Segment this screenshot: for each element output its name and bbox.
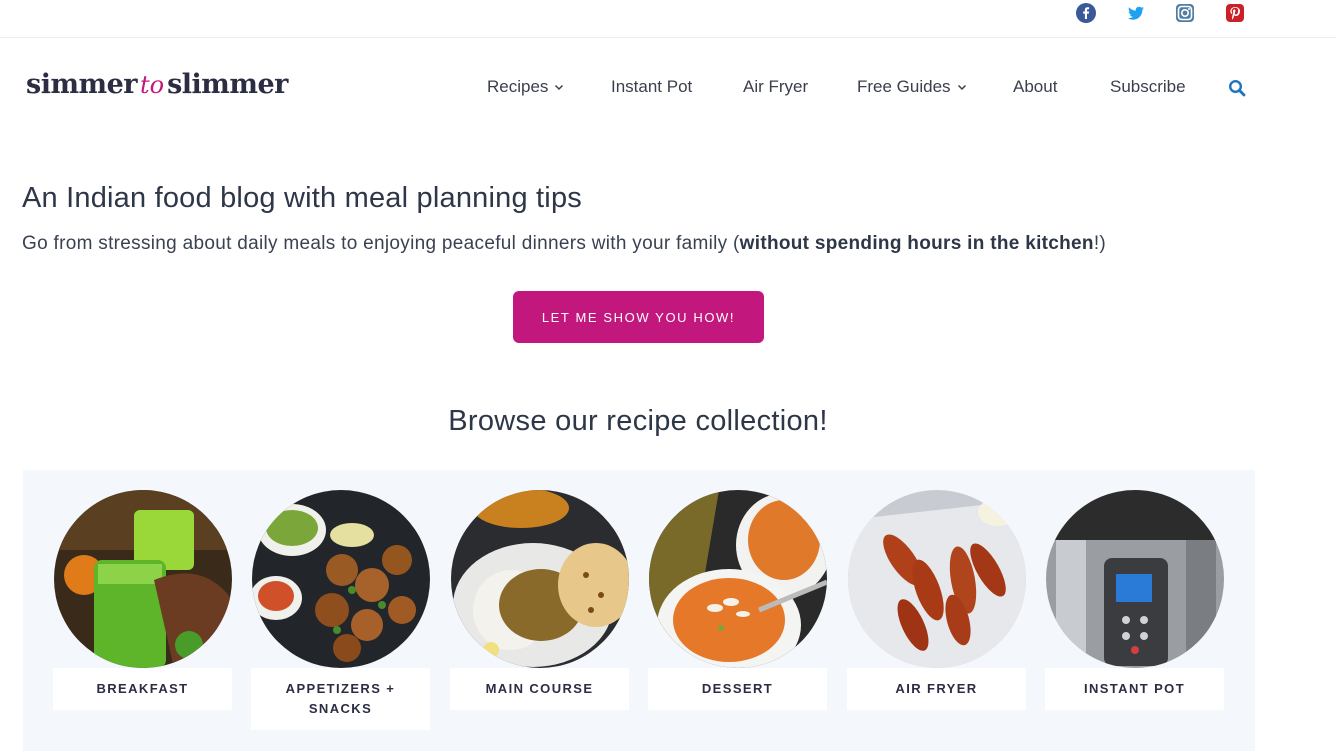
nav-item-label: Recipes <box>487 77 549 96</box>
nav-item-instant-pot[interactable]: Instant Pot <box>611 77 692 97</box>
hero-subtitle-post: !) <box>1093 233 1107 254</box>
logo-word-2: to <box>140 71 165 99</box>
nav-item-subscribe[interactable]: Subscribe <box>1110 77 1186 97</box>
hero-subtitle-bold: without spending hours in the kitchen <box>739 233 1094 254</box>
nav-item-free-guides[interactable]: Free Guides <box>857 77 967 97</box>
category-label: APPETIZERS + SNACKS <box>251 668 430 730</box>
nav-item-label: Subscribe <box>1110 77 1186 96</box>
nav-item-label: About <box>1013 77 1058 96</box>
category-label: INSTANT POT <box>1045 668 1224 710</box>
category-air-fryer[interactable]: AIR FRYER <box>847 490 1026 710</box>
dessert-image <box>648 490 827 668</box>
nav-item-recipes[interactable]: Recipes <box>487 77 564 97</box>
nav-item-air-fryer[interactable]: Air Fryer <box>743 77 808 97</box>
logo-word-1: simmer <box>26 69 138 100</box>
instant-pot-image <box>1045 490 1224 668</box>
recipe-collection-panel: BREAKFAST APPETIZERS + SNACKS MAIN COURS… <box>23 470 1255 751</box>
pinterest-icon[interactable] <box>1225 3 1245 23</box>
chevron-down-icon <box>554 83 564 91</box>
category-breakfast[interactable]: BREAKFAST <box>53 490 232 710</box>
social-bar <box>0 0 1336 38</box>
nav-item-about[interactable]: About <box>1013 77 1057 97</box>
nav-item-label: Instant Pot <box>611 77 693 96</box>
twitter-icon[interactable] <box>1126 3 1146 23</box>
appetizers-image <box>251 490 430 668</box>
chevron-down-icon <box>957 83 967 91</box>
site-header: simmer to slimmer Recipes Instant Pot Ai… <box>0 39 1336 139</box>
nav-item-label: Air Fryer <box>743 77 809 96</box>
hero-subtitle: Go from stressing about daily meals to e… <box>22 233 1106 255</box>
air-fryer-image <box>847 490 1026 668</box>
category-label: AIR FRYER <box>847 668 1026 710</box>
facebook-icon[interactable] <box>1076 3 1096 23</box>
search-icon[interactable] <box>1228 79 1246 97</box>
category-label: MAIN COURSE <box>450 668 629 710</box>
category-dessert[interactable]: DESSERT <box>648 490 827 710</box>
category-instant-pot[interactable]: INSTANT POT <box>1045 490 1224 710</box>
site-logo[interactable]: simmer to slimmer <box>26 69 288 109</box>
show-me-how-button[interactable]: LET ME SHOW YOU HOW! <box>513 291 764 343</box>
nav-item-label: Free Guides <box>857 77 951 96</box>
category-label: DESSERT <box>648 668 827 710</box>
hero-subtitle-pre: Go from stressing about daily meals to e… <box>22 233 740 254</box>
category-main-course[interactable]: MAIN COURSE <box>450 490 629 710</box>
main-course-image <box>450 490 629 668</box>
breakfast-image <box>53 490 232 668</box>
logo-word-3: slimmer <box>167 69 288 100</box>
category-appetizers-snacks[interactable]: APPETIZERS + SNACKS <box>251 490 430 730</box>
instagram-icon[interactable] <box>1175 3 1195 23</box>
category-label: BREAKFAST <box>53 668 232 710</box>
hero-title: An Indian food blog with meal planning t… <box>22 182 582 214</box>
browse-title: Browse our recipe collection! <box>448 405 828 437</box>
